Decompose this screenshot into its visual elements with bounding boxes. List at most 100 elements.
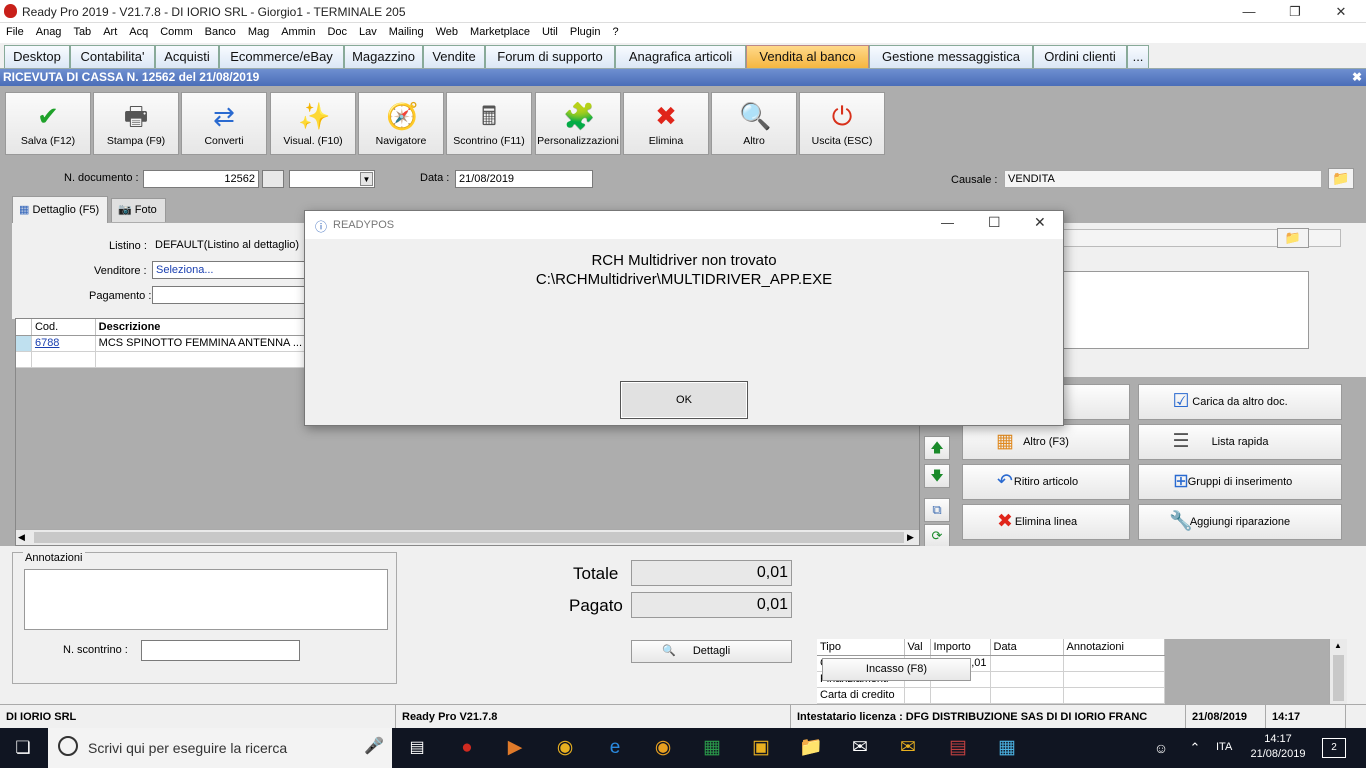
tab-magazzino[interactable]: Magazzino xyxy=(344,45,423,68)
menu-item[interactable]: Mailing xyxy=(383,23,430,38)
elimina-linea-button[interactable]: ✖ Elimina linea xyxy=(962,504,1130,540)
tab-foto[interactable]: 📷 Foto xyxy=(111,198,166,222)
close-document-icon[interactable]: ✖ xyxy=(1352,70,1362,84)
tab-contabilita[interactable]: Contabilita' xyxy=(70,45,155,68)
tab-[interactable]: ... xyxy=(1127,45,1149,68)
stampa-button[interactable]: 🖶 Stampa (F9) xyxy=(93,92,179,155)
table-row[interactable]: 6788 MCS SPINOTTO FEMMINA ANTENNA ... xyxy=(16,335,307,352)
scroll-thumb[interactable] xyxy=(34,532,904,543)
n-documento-suffix-button[interactable] xyxy=(262,170,284,188)
notification-center-icon[interactable]: 2 xyxy=(1322,738,1346,758)
menu-item[interactable]: File xyxy=(0,23,30,38)
menu-item[interactable]: Anag xyxy=(30,23,68,38)
media-player-icon[interactable]: ▶ xyxy=(500,734,530,762)
annotazioni-field[interactable] xyxy=(24,569,388,630)
navigatore-button[interactable]: 🧭 Navigatore xyxy=(358,92,444,155)
menu-item[interactable]: Art xyxy=(97,23,123,38)
altro-button[interactable]: 🔍 Altro xyxy=(711,92,797,155)
menu-item[interactable]: Web xyxy=(430,23,464,38)
microphone-icon[interactable]: 🎤 xyxy=(364,736,384,756)
edge-icon[interactable]: e xyxy=(600,734,630,762)
payment-annotazioni-cell[interactable] xyxy=(1063,671,1165,688)
causale-field[interactable]: VENDITA xyxy=(1004,170,1322,188)
horizontal-scrollbar[interactable]: ◀ ▶ xyxy=(16,529,919,545)
payment-data-cell[interactable] xyxy=(990,655,1064,672)
tab-anagrafica-articoli[interactable]: Anagrafica articoli xyxy=(615,45,746,68)
excel-icon[interactable]: ▦ xyxy=(697,734,727,762)
menu-item[interactable]: Ammin xyxy=(275,23,321,38)
chrome-icon[interactable]: ◉ xyxy=(550,734,580,762)
archive-icon[interactable]: ▤ xyxy=(943,734,973,762)
lista-rapida-button[interactable]: ☰ Lista rapida xyxy=(1138,424,1342,460)
mail-icon[interactable]: ✉ xyxy=(845,734,875,762)
n-scontrino-field[interactable] xyxy=(141,640,300,661)
scroll-up-icon[interactable]: ▲ xyxy=(1334,641,1342,650)
menu-item[interactable]: Mag xyxy=(242,23,275,38)
carica-da-altro-doc--button[interactable]: ☑ Carica da altro doc. xyxy=(1138,384,1342,420)
menu-item[interactable]: Marketplace xyxy=(464,23,536,38)
chevron-down-icon[interactable]: ▼ xyxy=(360,172,373,186)
table-row[interactable] xyxy=(16,351,307,368)
item-code-link[interactable]: 6788 xyxy=(31,335,96,352)
menu-item[interactable]: Plugin xyxy=(564,23,607,38)
scroll-thumb[interactable] xyxy=(1333,655,1344,701)
ritiro-articolo-button[interactable]: ↶ Ritiro articolo xyxy=(962,464,1130,500)
maximize-icon[interactable]: ☐ xyxy=(988,214,1001,231)
taskbar-clock[interactable]: 14:17 21/08/2019 xyxy=(1244,732,1312,762)
scontrino-button[interactable]: 🖩 Scontrino (F11) xyxy=(446,92,532,155)
elimina-button[interactable]: ✖ Elimina xyxy=(623,92,709,155)
payment-data-cell[interactable] xyxy=(990,671,1064,688)
ok-button[interactable]: OK xyxy=(620,381,748,419)
tab-gestione-messaggistica[interactable]: Gestione messaggistica xyxy=(869,45,1033,68)
taskbar-search[interactable]: Scrivi qui per eseguire la ricerca 🎤 xyxy=(48,728,392,768)
refresh-icon[interactable]: ⟳ xyxy=(924,524,950,548)
folder-icon[interactable]: 📁 xyxy=(1277,228,1309,248)
menu-item[interactable]: ? xyxy=(606,23,624,38)
language-indicator[interactable]: ITA xyxy=(1216,741,1232,753)
file-explorer-icon[interactable]: 📁 xyxy=(796,734,826,762)
minimize-icon[interactable]: — xyxy=(1226,0,1272,23)
task-view-icon[interactable]: ▤ xyxy=(402,734,432,762)
salva-button[interactable]: ✔ Salva (F12) xyxy=(5,92,91,155)
visual--button[interactable]: ✨ Visual. (F10) xyxy=(270,92,356,155)
scroll-right-icon[interactable]: ▶ xyxy=(907,532,914,543)
tab-vendita-al-banco[interactable]: Vendita al banco xyxy=(746,45,869,68)
right-notes-area[interactable] xyxy=(1031,271,1309,349)
venditore-field[interactable]: Seleziona... xyxy=(152,261,312,279)
table-row[interactable]: Carta di credito xyxy=(817,687,1165,704)
copy-icon[interactable]: ⧉ xyxy=(924,498,950,522)
uscita-button[interactable]: ⏻ Uscita (ESC) xyxy=(799,92,885,155)
restore-icon[interactable]: ❐ xyxy=(1272,0,1318,23)
ready-pro-icon[interactable]: ● xyxy=(452,734,482,762)
dettagli-button[interactable]: 🔍 Dettagli xyxy=(631,640,792,663)
serie-select[interactable]: ▼ xyxy=(289,170,375,188)
outlook-icon[interactable]: ✉ xyxy=(893,734,923,762)
browser-icon[interactable]: ◉ xyxy=(648,734,678,762)
store-icon[interactable]: ▣ xyxy=(746,734,776,762)
close-icon[interactable]: ✕ xyxy=(1318,0,1364,23)
menu-item[interactable]: Banco xyxy=(199,23,242,38)
tab-acquisti[interactable]: Acquisti xyxy=(155,45,219,68)
windows-start-icon[interactable]: ❏ xyxy=(8,734,38,762)
altro-button[interactable]: ▦ Altro (F3) xyxy=(962,424,1130,460)
item-description-cell[interactable] xyxy=(95,351,307,368)
data-field[interactable]: 21/08/2019 xyxy=(455,170,593,188)
tab-forum-di-supporto[interactable]: Forum di supporto xyxy=(485,45,615,68)
menu-item[interactable]: Tab xyxy=(67,23,97,38)
payment-val-cell[interactable] xyxy=(904,687,931,704)
payment-importo-cell[interactable] xyxy=(930,687,991,704)
tab-ordini-clienti[interactable]: Ordini clienti xyxy=(1033,45,1127,68)
tab-dettaglio[interactable]: ▦ Dettaglio (F5) xyxy=(12,196,108,224)
pagamento-field[interactable] xyxy=(152,286,312,304)
scroll-left-icon[interactable]: ◀ xyxy=(18,532,25,543)
folder-icon[interactable]: 📁 xyxy=(1328,168,1354,189)
converti-button[interactable]: ⇄ Converti xyxy=(181,92,267,155)
incasso-button[interactable]: Incasso (F8) xyxy=(822,658,971,681)
payment-annotazioni-cell[interactable] xyxy=(1063,655,1165,672)
move-down-icon[interactable]: 🡇 xyxy=(924,464,950,488)
payment-annotazioni-cell[interactable] xyxy=(1063,687,1165,704)
personalizzazioni-button[interactable]: 🧩 Personalizzazioni xyxy=(535,92,621,155)
move-up-icon[interactable]: 🡅 xyxy=(924,436,950,460)
menu-item[interactable]: Comm xyxy=(154,23,198,38)
payment-data-cell[interactable] xyxy=(990,687,1064,704)
